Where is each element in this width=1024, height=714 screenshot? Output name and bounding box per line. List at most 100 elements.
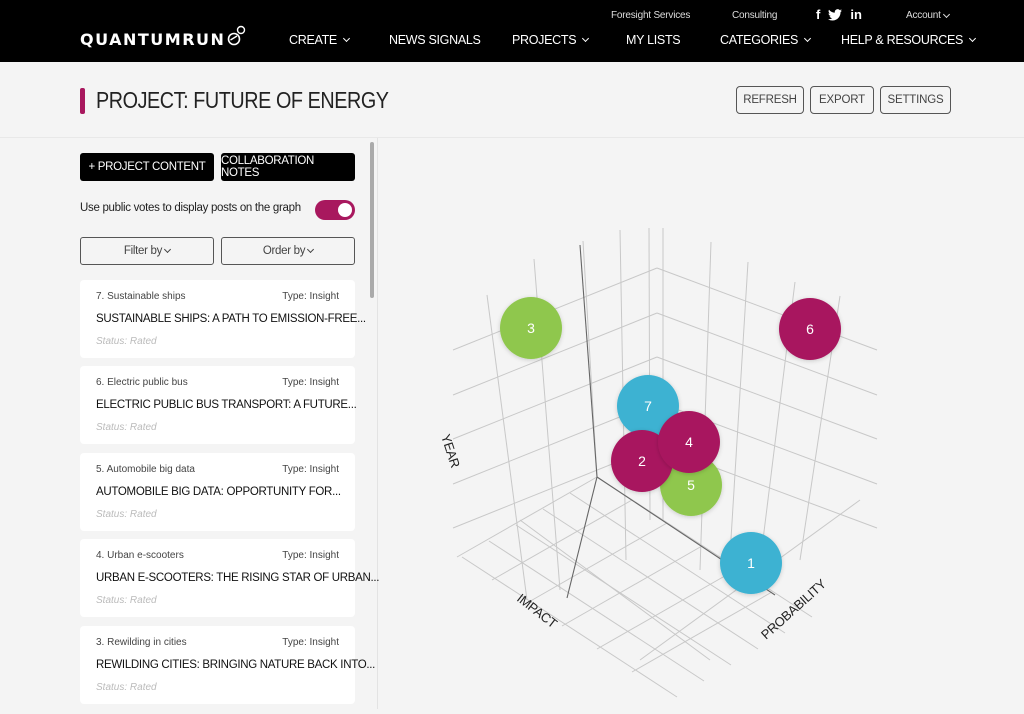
bubbles: 3 6 7 5 2 4 1 xyxy=(500,297,841,594)
card-type: Type: Insight xyxy=(282,550,339,561)
card-status: Status: Rated xyxy=(96,595,157,606)
chevron-down-icon xyxy=(582,34,590,43)
chevron-down-icon xyxy=(342,34,351,43)
logo-text: QUANTUMRUN xyxy=(80,30,226,49)
grid-line xyxy=(515,524,732,666)
toggle-knob xyxy=(338,203,352,217)
sidebar-panel: + PROJECT CONTENT COLLABORATION NOTES Us… xyxy=(0,138,380,709)
refresh-button[interactable]: REFRESH xyxy=(736,86,804,114)
account-label: Account xyxy=(906,10,941,21)
collaboration-notes-button[interactable]: COLLABORATION NOTES xyxy=(221,153,355,181)
logo-mark-icon xyxy=(228,25,246,45)
chevron-down-icon xyxy=(942,10,950,18)
nav-projects[interactable]: PROJECTS xyxy=(512,33,590,47)
grid-line xyxy=(699,241,712,571)
card-status: Status: Rated xyxy=(96,682,157,693)
bubble-label: 6 xyxy=(806,321,814,337)
project-header: PROJECT: FUTURE OF ENERGY REFRESH EXPORT… xyxy=(0,62,1024,138)
filter-by-dropdown[interactable]: Filter by xyxy=(80,237,214,265)
grid-line xyxy=(656,267,878,351)
card-type: Type: Insight xyxy=(282,291,339,302)
order-by-label: Order by xyxy=(262,245,306,257)
nav-news-signals[interactable]: NEWS SIGNALS xyxy=(389,33,481,47)
grid-line xyxy=(729,261,749,556)
nav-help-label: HELP & RESOURCES xyxy=(841,33,964,47)
chevron-down-icon xyxy=(969,34,977,43)
grid-line xyxy=(631,591,773,673)
add-project-content-button[interactable]: + PROJECT CONTENT xyxy=(80,153,214,181)
card-headline[interactable]: URBAN E-SCOOTERS: THE RISING STAR OF URB… xyxy=(96,572,380,584)
card-headline[interactable]: ELECTRIC PUBLIC BUS TRANSPORT: A FUTURE.… xyxy=(96,399,357,411)
card-number-title: 3. Rewilding in cities xyxy=(96,637,187,648)
bubble-6[interactable]: 6 xyxy=(779,298,841,360)
nav-projects-label: PROJECTS xyxy=(512,33,577,47)
grid-line xyxy=(456,476,598,558)
list-item[interactable]: 5. Automobile big data Type: Insight AUT… xyxy=(80,453,355,531)
grid-line xyxy=(656,312,878,396)
nav-categories-label: CATEGORIES xyxy=(720,33,799,47)
public-votes-label: Use public votes to display posts on the… xyxy=(80,202,301,214)
nav-news-signals-label: NEWS SIGNALS xyxy=(389,33,481,47)
card-headline[interactable]: SUSTAINABLE SHIPS: A PATH TO EMISSION-FR… xyxy=(96,313,366,325)
order-by-dropdown[interactable]: Order by xyxy=(221,237,355,265)
list-item[interactable]: 6. Electric public bus Type: Insight ELE… xyxy=(80,366,357,444)
list-item[interactable]: 7. Sustainable ships Type: Insight SUSTA… xyxy=(80,280,366,358)
grid-line xyxy=(561,545,703,627)
grid-line xyxy=(491,499,633,581)
year-axis-label: YEAR xyxy=(438,432,463,469)
facebook-icon[interactable]: f xyxy=(816,7,820,22)
grid-line xyxy=(488,540,705,682)
bubble-label: 3 xyxy=(527,320,535,336)
foresight-services-link[interactable]: Foresight Services xyxy=(611,10,690,21)
quantumrun-logo[interactable]: QUANTUMRUN xyxy=(80,25,247,49)
filter-by-label: Filter by xyxy=(123,245,163,257)
linkedin-icon[interactable]: in xyxy=(850,7,862,22)
list-item[interactable]: 3. Rewilding in cities Type: Insight REW… xyxy=(80,626,375,704)
top-navigation-bar: QUANTUMRUN Foresight Services Consulting… xyxy=(0,0,1024,62)
year-axis-line xyxy=(579,244,598,478)
3d-bubble-graph[interactable]: YEAR IMPACT PROBABILITY 3675241 xyxy=(379,138,1024,709)
account-menu[interactable]: Account xyxy=(906,10,950,21)
grid-line xyxy=(526,522,668,604)
chevron-down-icon xyxy=(307,245,315,254)
chevron-down-icon xyxy=(803,34,812,43)
bubble-label: 2 xyxy=(638,453,646,469)
consulting-link[interactable]: Consulting xyxy=(732,10,777,21)
card-status: Status: Rated xyxy=(96,509,157,520)
bubble-1[interactable]: 1 xyxy=(720,532,782,594)
twitter-icon[interactable] xyxy=(828,8,843,21)
nav-create[interactable]: CREATE xyxy=(289,33,351,47)
grid-line xyxy=(461,556,678,698)
card-type: Type: Insight xyxy=(282,464,339,475)
grid-line xyxy=(596,568,738,650)
nav-my-lists[interactable]: MY LISTS xyxy=(626,33,681,47)
bubble-label: 7 xyxy=(644,398,652,414)
sidebar-scrollbar[interactable] xyxy=(370,142,374,298)
bubble-4[interactable]: 4 xyxy=(658,411,720,473)
nav-create-label: CREATE xyxy=(289,33,337,47)
card-number-title: 4. Urban e-scooters xyxy=(96,550,184,561)
graph-canvas[interactable]: YEAR IMPACT PROBABILITY 3 675241 xyxy=(379,138,1024,709)
bubble-label: 1 xyxy=(747,555,755,571)
card-status: Status: Rated xyxy=(96,422,157,433)
nav-help-resources[interactable]: HELP & RESOURCES xyxy=(841,33,977,47)
card-number-title: 5. Automobile big data xyxy=(96,464,195,475)
bubble-label: 4 xyxy=(685,434,693,450)
nav-my-lists-label: MY LISTS xyxy=(626,33,681,47)
card-type: Type: Insight xyxy=(282,637,339,648)
page-title: PROJECT: FUTURE OF ENERGY xyxy=(96,87,389,113)
bubble-3[interactable]: 3 xyxy=(500,297,562,359)
card-number-title: 6. Electric public bus xyxy=(96,377,188,388)
public-votes-toggle[interactable] xyxy=(315,200,355,220)
social-links: f in xyxy=(816,7,862,22)
nav-categories[interactable]: CATEGORIES xyxy=(720,33,812,47)
card-status: Status: Rated xyxy=(96,336,157,347)
bubble-label: 5 xyxy=(687,477,695,493)
impact-axis-line xyxy=(566,476,598,599)
export-button[interactable]: EXPORT xyxy=(810,86,874,114)
card-headline[interactable]: REWILDING CITIES: BRINGING NATURE BACK I… xyxy=(96,659,375,671)
list-item[interactable]: 4. Urban e-scooters Type: Insight URBAN … xyxy=(80,539,380,617)
card-headline[interactable]: AUTOMOBILE BIG DATA: OPPORTUNITY FOR... xyxy=(96,486,341,498)
settings-button[interactable]: SETTINGS xyxy=(880,86,951,114)
card-number-title: 7. Sustainable ships xyxy=(96,291,186,302)
